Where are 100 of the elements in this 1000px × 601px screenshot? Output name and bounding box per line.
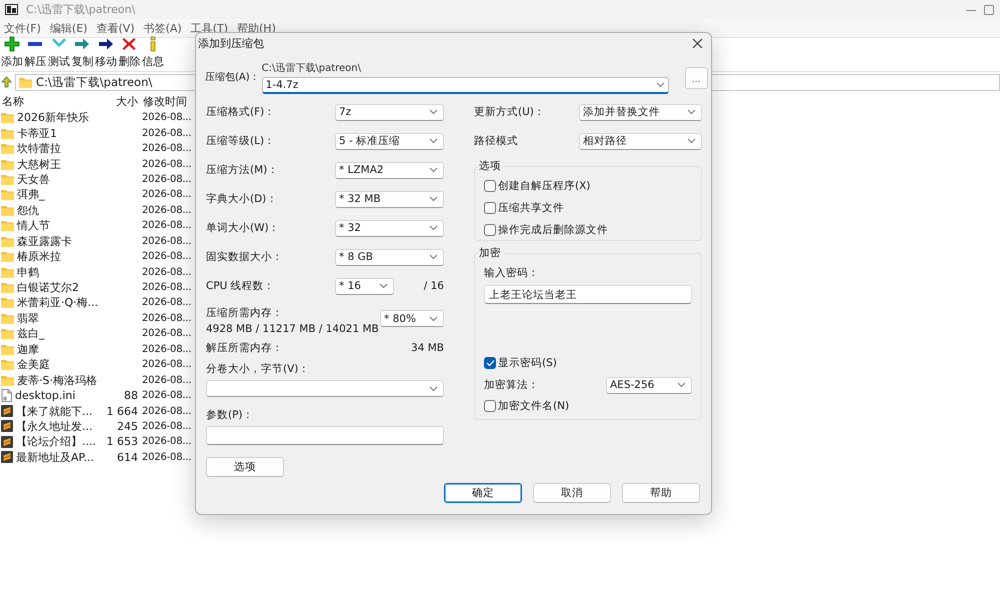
maximize-icon[interactable] (984, 4, 994, 14)
dropdown[interactable]: * 8 GB (335, 248, 444, 266)
window-title: C:\迅雷下载\patreon\ (26, 2, 136, 17)
file-name[interactable]: 坎特蕾拉 (17, 141, 61, 156)
file-name[interactable]: 2026新年快乐 (17, 110, 89, 126)
column-header[interactable]: 修改时间 (141, 94, 194, 109)
file-name[interactable]: 大慈树王 (17, 156, 61, 172)
folder-icon (1, 143, 14, 154)
modified-date: 2026-08... (142, 220, 192, 232)
dropdown[interactable]: * 32 (335, 220, 444, 236)
checkbox-label[interactable]: 压缩共享文件 (498, 200, 564, 214)
chevron-icon (429, 167, 438, 173)
file-name[interactable]: 迦摩 (17, 342, 39, 357)
file-name[interactable]: 【来了就能下... (16, 404, 92, 419)
up-arrow-icon[interactable] (1, 76, 12, 88)
file-name[interactable]: 弭弗_ (17, 187, 44, 202)
column-header[interactable]: 大小 (87, 94, 141, 109)
app-file-icon (1, 405, 13, 418)
dropdown[interactable]: 相对路径 (579, 132, 702, 150)
archive-folder: C:\迅雷下载\patreon\ (262, 62, 362, 75)
folder-icon (1, 174, 14, 185)
options-button[interactable]: 选项 (206, 457, 284, 477)
menu-item[interactable]: 编辑(E) (48, 20, 96, 36)
file-name[interactable]: 【永久地址发... (16, 418, 92, 434)
field-label: 路径模式 (474, 134, 519, 148)
checkbox[interactable] (484, 180, 496, 192)
checkbox-label[interactable]: 显示密码(S) (498, 356, 557, 370)
dropdown[interactable]: * 80% (380, 310, 444, 327)
file-name[interactable]: 怨仇 (17, 202, 39, 218)
checkbox[interactable] (484, 224, 496, 236)
field-label: 压缩等级(L)： (206, 134, 276, 148)
chevron-icon (687, 109, 696, 115)
folder-icon (1, 328, 14, 340)
toolbar-button[interactable]: 复制 (70, 36, 94, 71)
folder-icon (1, 374, 14, 386)
file-name[interactable]: 兹白_ (17, 326, 44, 342)
field-label: 参数(P)： (206, 408, 255, 422)
file-name[interactable]: 白银诺艾尔2 (17, 280, 79, 296)
file-name[interactable]: 翡翠 (17, 310, 39, 326)
field-label: 固实数据大小： (206, 250, 284, 264)
checkbox[interactable] (484, 400, 496, 412)
dialog-button[interactable]: 帮助 (622, 483, 700, 503)
file-name[interactable]: 椿原米拉 (17, 249, 61, 264)
file-name[interactable]: 卡蒂亚1 (17, 126, 57, 141)
archive-name-field[interactable]: 1-4.7z (262, 77, 669, 94)
dropdown[interactable]: * 32 MB (335, 190, 444, 208)
menu-item[interactable]: 书签(A) (142, 20, 190, 36)
modified-date: 2026-08... (142, 390, 192, 402)
memory-value: 34 MB (411, 342, 444, 354)
file-name[interactable]: 麦蒂·S·梅洛玛格 (17, 372, 97, 388)
dropdown[interactable]: * LZMA2 (335, 162, 444, 178)
checkbox[interactable] (484, 356, 496, 368)
toolbar-button[interactable]: 添加 (0, 36, 24, 71)
file-name[interactable]: desktop.ini (15, 389, 76, 402)
modified-date: 2026-08... (142, 251, 192, 262)
file-size: 1 653 (106, 435, 138, 448)
dialog-button[interactable]: 确定 (444, 483, 522, 503)
file-name[interactable]: 天女兽 (17, 172, 50, 187)
checkbox[interactable] (484, 202, 496, 214)
toolbar-button[interactable]: 测试 (47, 36, 70, 71)
menu-item[interactable]: 查看(V) (95, 20, 143, 36)
modified-date: 2026-08... (142, 436, 192, 448)
password-field[interactable]: 上老王论坛当老王 (484, 285, 692, 304)
checkbox-label[interactable]: 加密文件名(N) (498, 398, 570, 412)
toolbar-button[interactable]: 移动 (94, 36, 118, 71)
field-label: 加密算法： (484, 378, 539, 392)
toolbar-button[interactable]: 解压 (24, 36, 47, 71)
browse-button[interactable]: ... (684, 67, 708, 89)
chevron-icon (429, 316, 438, 322)
toolbar-button[interactable]: 信息 (141, 36, 164, 71)
modified-date: 2026-08... (142, 266, 192, 278)
file-name[interactable]: 米蕾莉亚·Q·梅... (17, 295, 98, 310)
file-name[interactable]: 【论坛介绍】.... (16, 434, 96, 450)
field-label: 压缩包(A)： (205, 70, 260, 85)
toolbar-button[interactable]: 删除 (118, 36, 141, 71)
file-name[interactable]: 森亚露露卡 (17, 234, 72, 249)
field-label: 字典大小(D)： (206, 192, 278, 206)
dropdown[interactable]: 5 - 标准压缩 (335, 132, 444, 150)
volume-size-dropdown[interactable] (206, 380, 444, 397)
app-file-icon (1, 451, 13, 464)
menu-item[interactable]: 文件(F) (3, 20, 49, 36)
file-name[interactable]: 最新地址及AP... (16, 450, 94, 465)
close-icon[interactable] (692, 38, 703, 48)
dialog-button[interactable]: 取消 (533, 483, 611, 503)
column-header[interactable]: 名称 (0, 94, 87, 109)
folder-icon (1, 220, 14, 232)
checkbox-label[interactable]: 创建自解压程序(X) (498, 178, 590, 192)
file-name[interactable]: 申鹤 (17, 264, 39, 280)
parameters-field[interactable] (206, 426, 444, 445)
dropdown[interactable]: 7z (335, 104, 444, 120)
file-name[interactable]: 情人节 (17, 218, 50, 234)
field-label: 分卷大小，字节(V)： (206, 362, 310, 376)
folder-icon (1, 236, 14, 247)
dropdown[interactable]: 添加并替换文件 (579, 104, 702, 120)
checkbox-label[interactable]: 操作完成后删除源文件 (498, 222, 608, 236)
file-name[interactable]: 金美庭 (17, 357, 50, 372)
chevron-icon (429, 254, 438, 260)
dropdown[interactable]: * 16 (335, 278, 394, 294)
field-label: 压缩格式(F)： (206, 105, 276, 119)
dropdown[interactable]: AES-256 (606, 376, 692, 394)
